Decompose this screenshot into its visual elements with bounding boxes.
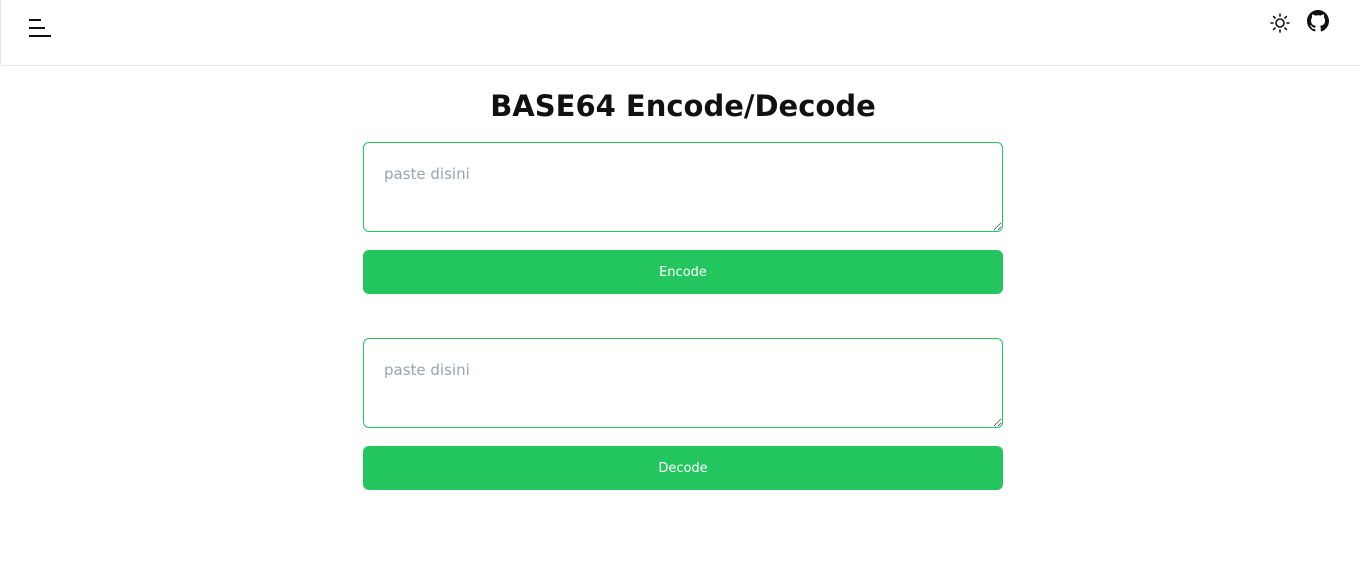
encode-button[interactable]: Encode (363, 250, 1003, 294)
top-navbar (0, 0, 1360, 66)
decode-input[interactable] (363, 338, 1003, 428)
theme-toggle-button[interactable] (1269, 12, 1291, 34)
page-title: BASE64 Encode/Decode (490, 89, 876, 123)
sun-icon (1269, 13, 1291, 37)
github-link[interactable] (1307, 10, 1329, 32)
hamburger-menu-icon (25, 14, 55, 44)
decode-button[interactable]: Decode (363, 446, 1003, 490)
menu-button[interactable] (25, 14, 55, 44)
github-icon (1307, 10, 1329, 36)
encode-input[interactable] (363, 142, 1003, 232)
